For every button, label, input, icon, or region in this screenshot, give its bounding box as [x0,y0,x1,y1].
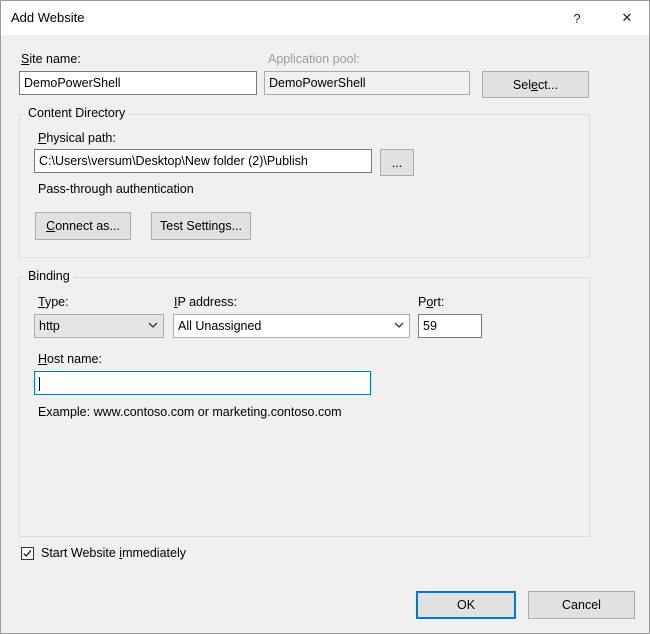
help-icon: ? [573,10,581,26]
content-directory-title: Content Directory [25,106,129,120]
site-name-input[interactable]: DemoPowerShell [19,71,257,95]
host-name-example: Example: www.contoso.com or marketing.co… [38,405,342,419]
type-label: Type: [38,295,69,309]
pass-through-label: Pass-through authentication [38,182,194,196]
type-select-value: http [39,319,60,333]
application-pool-field: DemoPowerShell [264,71,470,95]
physical-path-label: Physical path: [38,131,116,145]
binding-title: Binding [25,269,73,283]
ip-address-select[interactable]: All Unassigned [173,314,410,338]
start-website-checkbox[interactable] [21,547,34,560]
type-select[interactable]: http [34,314,164,338]
select-app-pool-button[interactable]: Sel e ct... [482,71,589,98]
start-website-label[interactable]: Start Website immediately [41,546,186,560]
chevron-down-icon [148,322,158,328]
ok-button[interactable]: OK [416,591,516,619]
text-caret [39,376,40,391]
host-name-input[interactable] [34,371,371,395]
help-button[interactable]: ? [557,4,597,32]
ip-address-label: IP address: [174,295,238,309]
application-pool-label: Application pool: [268,52,360,66]
ip-address-value: All Unassigned [178,319,262,333]
physical-path-input[interactable]: C:\Users\versum\Desktop\New folder (2)\P… [34,149,372,173]
port-label: Port: [418,295,445,309]
port-input[interactable]: 59 [418,314,482,338]
dialog-title: Add Website [11,10,85,25]
chevron-down-icon [394,322,404,328]
check-icon [23,550,32,557]
cancel-button[interactable]: Cancel [528,591,635,619]
browse-path-button[interactable]: ... [380,149,414,176]
test-settings-button[interactable]: Test Settin g s... [151,212,251,240]
close-button[interactable]: ✕ [607,4,647,32]
connect-as-button[interactable]: Connect as... [35,212,131,240]
title-bar: Add Website ? ✕ [1,1,649,35]
add-website-dialog: Add Website ? ✕ Site name: DemoPowerShel… [0,0,650,634]
close-icon: ✕ [621,10,633,25]
site-name-label: Site name: [21,52,81,66]
host-name-label: Host name: [38,352,102,366]
